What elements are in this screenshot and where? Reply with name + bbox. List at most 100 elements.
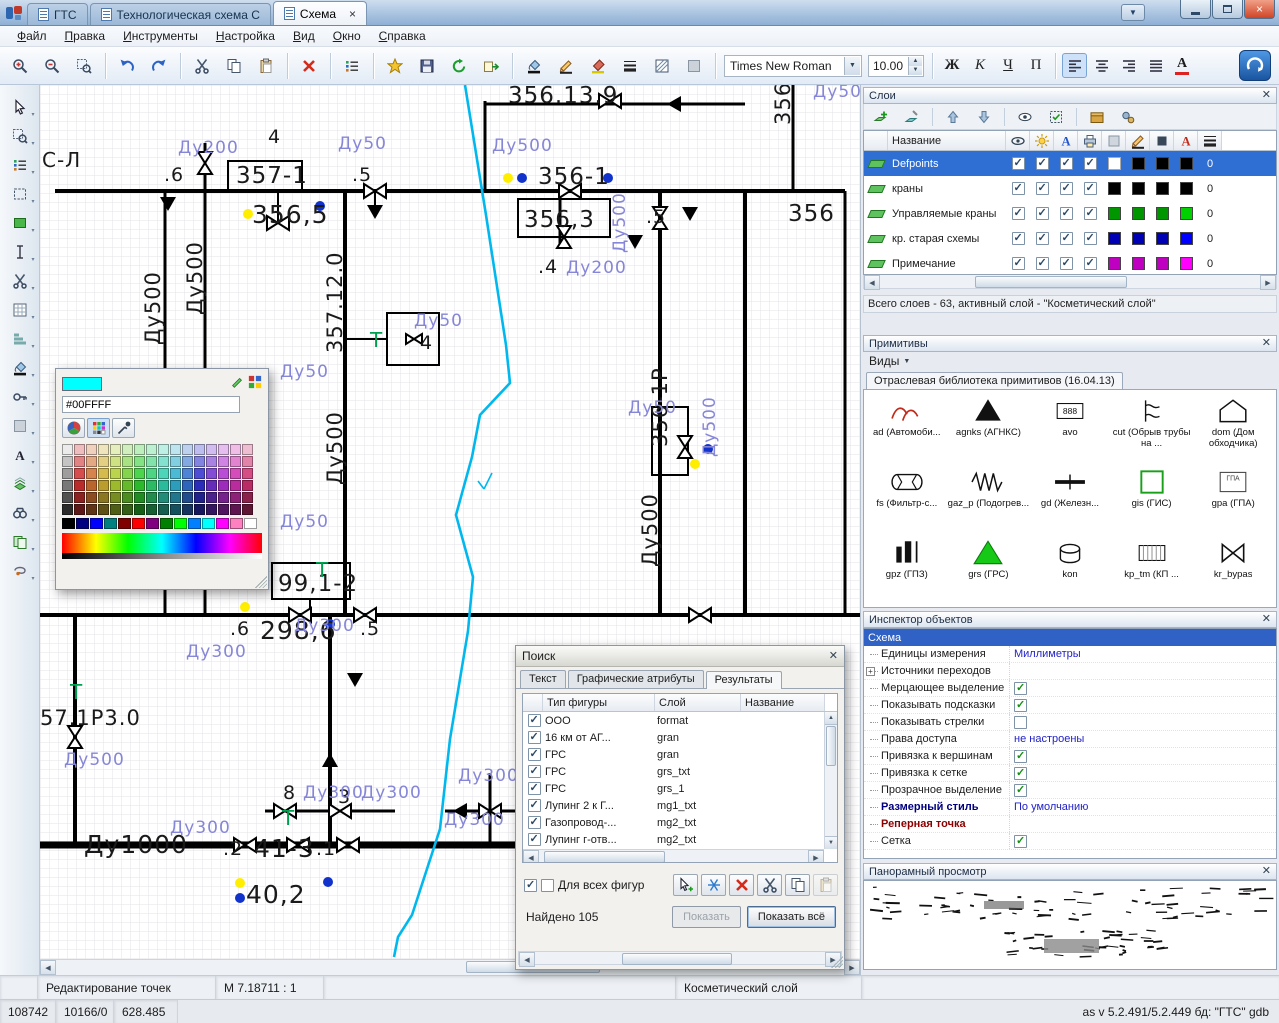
color-palette-grid[interactable] <box>62 444 262 515</box>
search-bottom-scrollbar[interactable]: ◀ ▶ <box>518 951 842 965</box>
palette-color-cell[interactable] <box>182 444 193 455</box>
layer-color-swatch[interactable] <box>1180 232 1193 245</box>
palette-color-cell[interactable] <box>122 480 133 491</box>
basic-color-cell[interactable] <box>90 518 103 529</box>
text-column-icon[interactable]: A <box>1054 131 1078 150</box>
layer-checkbox[interactable] <box>1036 257 1049 270</box>
palette-color-cell[interactable] <box>170 492 181 503</box>
tool-grid-button[interactable] <box>4 296 36 323</box>
fill-column-icon[interactable] <box>1102 131 1126 150</box>
scheme-app-button[interactable] <box>1239 50 1271 81</box>
primitive-item-grs[interactable]: grs (ГРС) <box>948 534 1030 605</box>
maximize-button[interactable] <box>1212 0 1243 19</box>
layer-checkbox[interactable] <box>1012 157 1025 170</box>
minimize-button[interactable] <box>1180 0 1211 19</box>
close-icon[interactable]: ✕ <box>1262 338 1271 349</box>
palette-color-cell[interactable] <box>146 492 157 503</box>
palette-color-cell[interactable] <box>62 468 73 479</box>
lineweight-column-icon[interactable] <box>1198 131 1222 150</box>
fill-bucket-button[interactable] <box>519 51 549 81</box>
layer-color-swatch[interactable] <box>1108 182 1121 195</box>
basic-color-cell[interactable] <box>202 518 215 529</box>
scrollbar-thumb[interactable] <box>975 276 1127 288</box>
palette-color-cell[interactable] <box>110 444 121 455</box>
palette-color-cell[interactable] <box>62 456 73 467</box>
primitives-library-tab[interactable]: Отраслевая библиотека примитивов (16.04.… <box>866 372 1123 389</box>
palette-color-cell[interactable] <box>86 480 97 491</box>
layer-color-swatch[interactable] <box>1132 207 1145 220</box>
undo-button[interactable] <box>112 51 142 81</box>
palette-color-cell[interactable] <box>242 456 253 467</box>
palette-color-cell[interactable] <box>122 504 133 515</box>
palette-color-cell[interactable] <box>62 444 73 455</box>
palette-color-cell[interactable] <box>230 456 241 467</box>
cut-button[interactable] <box>757 874 782 896</box>
palette-color-cell[interactable] <box>218 444 229 455</box>
primitive-item-gpz[interactable]: gpz (ГПЗ) <box>866 534 948 605</box>
format-button-3[interactable]: П <box>1023 53 1049 79</box>
palette-color-cell[interactable] <box>182 480 193 491</box>
layer-checkbox[interactable] <box>1060 232 1073 245</box>
show-all-button[interactable] <box>1012 106 1038 128</box>
pen-button[interactable] <box>551 51 581 81</box>
search-tab-0[interactable]: Текст <box>520 670 566 688</box>
settings-button[interactable] <box>1115 106 1141 128</box>
show-all-button[interactable]: Показать всё <box>747 906 836 928</box>
move-up-button[interactable] <box>940 106 966 128</box>
result-checkbox[interactable] <box>528 731 541 744</box>
tool-cut-button[interactable] <box>4 267 36 294</box>
name-column-header[interactable]: Название <box>888 131 1006 150</box>
layer-color-swatch[interactable] <box>1180 207 1193 220</box>
palette-color-cell[interactable] <box>86 456 97 467</box>
palette-color-cell[interactable] <box>242 444 253 455</box>
layer-row[interactable]: кр. старая схемы0 <box>864 226 1276 251</box>
primitive-item-cut[interactable]: cut (Обрыв трубы на ... <box>1111 392 1193 463</box>
format-button-2[interactable]: Ч <box>995 53 1021 79</box>
menu-item-6[interactable]: Справка <box>370 27 435 45</box>
search-vertical-scrollbar[interactable]: ▲▼ <box>824 712 837 849</box>
palette-color-cell[interactable] <box>134 492 145 503</box>
layer-row[interactable]: Примечание0 <box>864 251 1276 275</box>
palette-color-cell[interactable] <box>122 456 133 467</box>
swatch-button[interactable] <box>679 51 709 81</box>
color-grid-button[interactable] <box>87 418 110 438</box>
palette-color-cell[interactable] <box>98 468 109 479</box>
palette-color-cell[interactable] <box>158 504 169 515</box>
inspector-row[interactable]: Показывать подсказки <box>864 697 1276 714</box>
palette-color-cell[interactable] <box>230 492 241 503</box>
document-tab[interactable]: Схема× <box>273 1 367 25</box>
palette-color-cell[interactable] <box>218 456 229 467</box>
layers-table[interactable]: НазваниеAADefpoints0краны0Управляемые кр… <box>863 130 1277 275</box>
layer-color-swatch[interactable] <box>1132 182 1145 195</box>
palette-color-cell[interactable] <box>158 456 169 467</box>
palette-color-cell[interactable] <box>206 492 217 503</box>
palette-color-cell[interactable] <box>182 456 193 467</box>
layer-checkbox[interactable] <box>1060 157 1073 170</box>
palette-color-cell[interactable] <box>74 444 85 455</box>
palette-color-cell[interactable] <box>110 456 121 467</box>
layer-color-swatch[interactable] <box>1156 207 1169 220</box>
inspector-row[interactable]: Размерный стильПо умолчанию <box>864 799 1276 816</box>
search-result-row[interactable]: 16 км от АГ...gran <box>523 729 837 746</box>
move-down-button[interactable] <box>971 106 997 128</box>
basic-color-cell[interactable] <box>174 518 187 529</box>
tool-lasso2-button[interactable] <box>4 557 36 584</box>
result-checkbox[interactable] <box>528 748 541 761</box>
archive-button[interactable] <box>1084 106 1110 128</box>
palette-color-cell[interactable] <box>74 468 85 479</box>
property-checkbox[interactable] <box>1014 699 1027 712</box>
scroll-left-icon[interactable]: ◀ <box>519 952 535 967</box>
inspector-row[interactable]: Реперная точка <box>864 816 1276 833</box>
scroll-right-icon[interactable]: ▶ <box>1260 275 1276 290</box>
palette-color-cell[interactable] <box>206 480 217 491</box>
palette-color-cell[interactable] <box>242 480 253 491</box>
palette-color-cell[interactable] <box>242 504 253 515</box>
list-button[interactable] <box>337 51 367 81</box>
rainbow-gradient-bar[interactable] <box>62 533 262 553</box>
layer-checkbox[interactable] <box>1084 207 1097 220</box>
search-result-row[interactable]: ГРСgrs_1 <box>523 780 837 797</box>
visibility-column-icon[interactable] <box>1006 131 1030 150</box>
palette-color-cell[interactable] <box>146 480 157 491</box>
palette-color-cell[interactable] <box>182 504 193 515</box>
menu-item-4[interactable]: Вид <box>284 27 324 45</box>
